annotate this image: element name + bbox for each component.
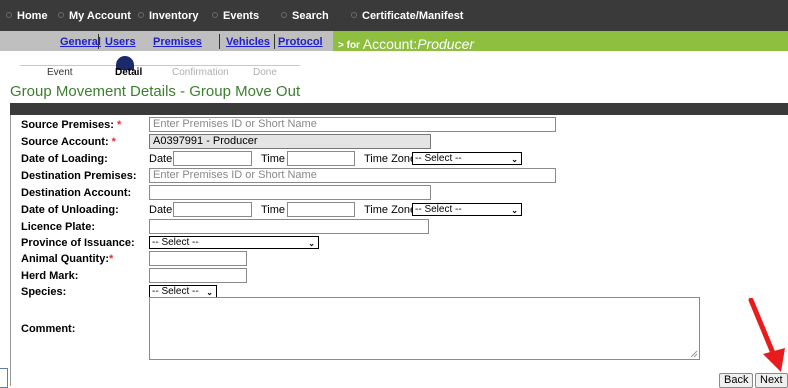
unloading-time-label: Time — [261, 204, 286, 216]
step-event: Event — [47, 67, 73, 78]
step-detail: Detail — [115, 67, 143, 78]
annotation-arrow-icon — [748, 298, 785, 372]
province-of-issuance-label: Province of Issuance: — [21, 237, 135, 249]
bullet-icon — [58, 12, 64, 19]
loading-date-input[interactable] — [173, 151, 252, 166]
current-account-label: > for Account:Producer — [338, 36, 475, 52]
province-select[interactable]: -- Select -- ⌄ — [149, 236, 319, 249]
loading-timezone-select[interactable]: -- Select -- ⌄ — [412, 152, 522, 165]
step-done: Done — [253, 67, 277, 78]
comment-label: Comment: — [21, 323, 76, 335]
chevron-down-icon: ⌄ — [308, 239, 315, 248]
animal-quantity-input[interactable] — [149, 251, 247, 266]
bullet-icon — [138, 12, 144, 19]
tab-vehicles[interactable]: Vehicles — [226, 36, 270, 48]
source-premises-label: Source Premises: * — [21, 119, 122, 131]
source-account-label: Source Account: * — [21, 136, 116, 148]
nav-home[interactable]: Home — [6, 10, 48, 22]
herd-mark-input[interactable] — [149, 268, 247, 283]
herd-mark-label: Herd Mark: — [21, 270, 79, 282]
resize-grip-icon[interactable] — [690, 350, 698, 358]
comment-textarea[interactable] — [149, 297, 700, 360]
unloading-date-label: Date — [149, 204, 173, 216]
nav-certificate-manifest[interactable]: Certificate/Manifest — [351, 10, 463, 22]
tab-divider — [274, 34, 275, 49]
loading-time-label: Time — [261, 153, 286, 165]
bullet-icon — [281, 12, 287, 19]
top-nav: Home My Account Inventory Events Search … — [0, 0, 788, 31]
account-name: Account:Producer — [362, 36, 475, 52]
bullet-icon — [6, 12, 12, 19]
date-of-unloading-label: Date of Unloading: — [21, 204, 119, 216]
nav-my-account[interactable]: My Account — [58, 10, 131, 22]
tab-protocol[interactable]: Protocol — [278, 36, 323, 48]
unloading-timezone-label: Time Zone — [364, 204, 417, 216]
tab-divider — [98, 34, 99, 49]
page-title: Group Movement Details - Group Move Out — [10, 83, 301, 100]
bullet-icon — [212, 12, 218, 19]
unloading-timezone-select[interactable]: -- Select -- ⌄ — [412, 203, 522, 216]
nav-search[interactable]: Search — [281, 10, 329, 22]
side-tab — [0, 368, 8, 388]
loading-date-label: Date — [149, 153, 173, 165]
bullet-icon — [351, 12, 357, 19]
loading-time-input[interactable] — [287, 151, 355, 166]
step-line — [134, 65, 300, 66]
section-header-bar — [10, 103, 788, 115]
step-confirmation: Confirmation — [172, 67, 229, 78]
tab-general[interactable]: General — [60, 36, 101, 48]
tab-premises[interactable]: Premises — [153, 36, 202, 48]
destination-account-input[interactable] — [149, 185, 431, 200]
source-account-field: A0397991 - Producer — [149, 134, 431, 149]
tab-users[interactable]: Users — [105, 36, 136, 48]
destination-premises-input[interactable]: Enter Premises ID or Short Name — [149, 168, 556, 183]
source-premises-input[interactable]: Enter Premises ID or Short Name — [149, 117, 556, 132]
animal-quantity-label: Animal Quantity:* — [21, 253, 114, 265]
loading-timezone-label: Time Zone — [364, 153, 417, 165]
nav-events[interactable]: Events — [212, 10, 259, 22]
step-line — [20, 65, 116, 66]
date-of-loading-label: Date of Loading: — [21, 153, 108, 165]
chevron-down-icon: ⌄ — [511, 155, 518, 164]
species-label: Species: — [21, 286, 67, 298]
step-indicator: Event Detail Confirmation Done — [20, 55, 320, 79]
licence-plate-label: Licence Plate: — [21, 221, 95, 233]
destination-account-label: Destination Account: — [21, 187, 132, 199]
unloading-time-input[interactable] — [287, 202, 355, 217]
unloading-date-input[interactable] — [173, 202, 252, 217]
chevron-down-icon: ⌄ — [511, 206, 518, 215]
sub-nav: General Users Premises Vehicles Protocol… — [0, 31, 788, 52]
licence-plate-input[interactable] — [149, 219, 429, 234]
destination-premises-label: Destination Premises: — [21, 170, 137, 182]
tab-divider — [219, 34, 220, 49]
nav-inventory[interactable]: Inventory — [138, 10, 199, 22]
